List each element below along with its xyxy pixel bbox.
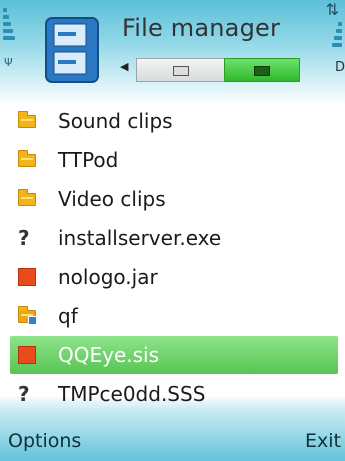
list-item-label: TTPod: [58, 148, 119, 172]
unknown-file-icon: ?: [18, 226, 30, 250]
list-item-selected[interactable]: QQEye.sis: [10, 336, 338, 374]
tab-left-arrow-icon[interactable]: ◀: [120, 60, 128, 73]
unknown-file-icon: ?: [18, 382, 30, 406]
list-item-label: qf: [58, 304, 78, 328]
list-item-label: installserver.exe: [58, 226, 222, 250]
tab-bar[interactable]: ◀: [116, 58, 321, 82]
memory-card-icon: [254, 66, 270, 76]
list-item[interactable]: ? TMPce0dd.SSS: [10, 375, 338, 413]
list-item[interactable]: TTPod: [10, 141, 338, 179]
special-folder-icon: [16, 304, 40, 328]
signal-strength-indicator: [3, 8, 15, 52]
list-item-label: Video clips: [58, 187, 166, 211]
list-item[interactable]: qf: [10, 297, 338, 335]
list-item[interactable]: Sound clips: [10, 102, 338, 140]
options-softkey[interactable]: Options: [8, 430, 81, 452]
folder-icon: [16, 148, 40, 172]
data-connection-icon: ⇅: [325, 0, 339, 19]
list-item[interactable]: Video clips: [10, 180, 338, 218]
list-item[interactable]: nologo.jar: [10, 258, 338, 296]
file-manager-app-icon: [45, 17, 99, 83]
tab-memory-card[interactable]: [224, 58, 300, 82]
antenna-icon: Ψ: [4, 56, 13, 69]
jar-file-icon: [16, 265, 40, 289]
list-item-label: Sound clips: [58, 109, 173, 133]
list-item-label: TMPce0dd.SSS: [58, 382, 206, 406]
list-item-label: QQEye.sis: [58, 343, 160, 367]
folder-icon: [16, 187, 40, 211]
folder-icon: [16, 109, 40, 133]
file-manager-screen: Ψ ⇅ D File manager ◀ Sound clips TTPod V…: [0, 0, 345, 461]
tab-phone-memory[interactable]: [136, 58, 226, 82]
list-item[interactable]: ? installserver.exe: [10, 219, 338, 257]
edge-indicator-icon: D: [334, 60, 345, 75]
sis-file-icon: [16, 343, 40, 367]
phone-memory-icon: [173, 66, 189, 76]
exit-softkey[interactable]: Exit: [305, 430, 341, 452]
page-title: File manager: [122, 14, 281, 42]
list-item-label: nologo.jar: [58, 265, 158, 289]
